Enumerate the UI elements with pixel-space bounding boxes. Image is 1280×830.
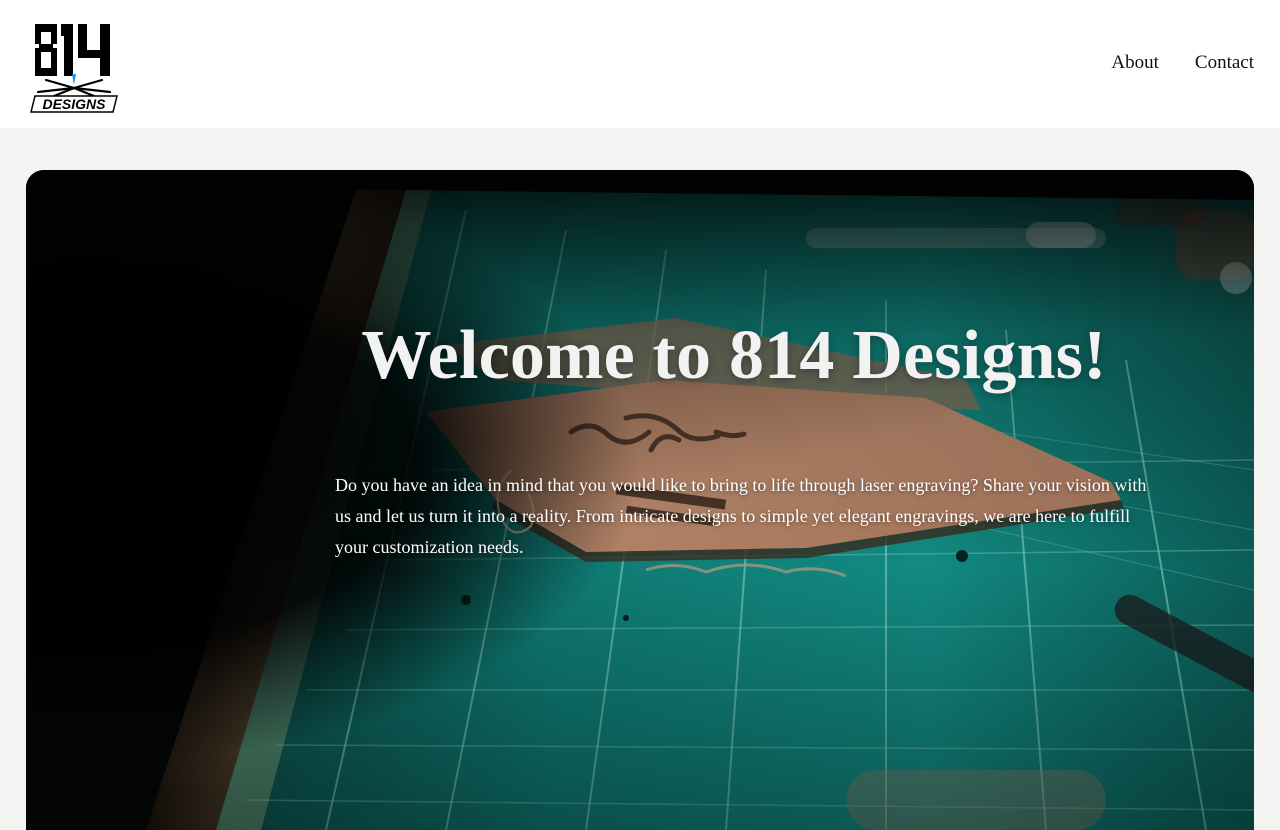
logo-wordmark: DESIGNS	[42, 96, 106, 112]
nav-link-contact[interactable]: Contact	[1195, 52, 1254, 74]
main-nav: About Contact	[1111, 52, 1254, 74]
nav-link-about[interactable]: About	[1111, 52, 1159, 74]
hero-title: Welcome to 814 Designs!	[361, 317, 1107, 394]
site-header: DESIGNS 814 About Contact	[0, 0, 1280, 128]
logo-graphic: DESIGNS	[30, 24, 118, 113]
hero-banner: Welcome to 814 Designs! Do you have an i…	[26, 170, 1254, 830]
brand-logo[interactable]: DESIGNS 814	[28, 22, 120, 114]
hero-description: Do you have an idea in mind that you wou…	[335, 475, 1147, 557]
